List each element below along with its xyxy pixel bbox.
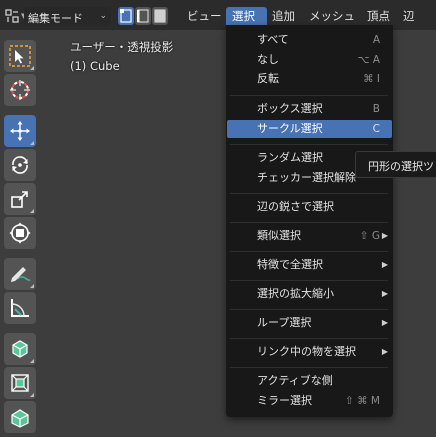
rotate-tool[interactable] [4,149,36,181]
menu-item-shortcut: B [372,103,380,115]
menu-item-select-loops[interactable]: ループ選択 ▶ [227,314,392,332]
menu-item-label: ループ選択 [257,316,312,329]
submenu-arrow-icon: ▶ [381,318,388,327]
menu-item-shortcut: ⇧ ⌘ M [344,395,380,407]
tooltip: 円形の選択ツ [355,151,436,178]
menu-item-label: ミラー選択 [257,394,312,407]
menu-separator [230,222,388,223]
mode-dropdown[interactable]: 編集モード ⌄ [24,7,111,26]
menu-item-label: すべて [257,33,289,46]
menu-item-invert[interactable]: 反転 ⌘ I [227,70,392,88]
inset-faces-tool[interactable] [4,401,36,433]
menu-separator [230,280,388,281]
scale-tool[interactable] [4,183,36,215]
inset-faces-icon [11,409,29,428]
annotate-tool[interactable] [4,258,36,290]
annotate-icon [10,267,31,282]
menu-separator [230,251,388,252]
menu-item-select-all-by-trait[interactable]: 特徴で全選択 ▶ [227,256,392,274]
extrude-region-icon [11,374,29,392]
menu-item-label: アクティブな側 [257,374,333,387]
face-select-icon[interactable] [152,7,168,25]
menu-item-circle-select[interactable]: サークル選択 C [227,120,392,138]
select-box-icon [9,45,31,67]
menu-mesh[interactable]: メッシュ [303,7,361,25]
menu-item-select-none[interactable]: なし ⌥ A [227,51,392,69]
edge-select-icon[interactable] [135,7,151,25]
menu-item-label: 辺の鋭さで選択 [257,200,334,213]
scale-icon [11,191,28,208]
menu-edge[interactable]: 辺 [397,7,421,25]
measure-tool[interactable] [4,292,36,324]
extrude-region-tool[interactable] [4,367,36,399]
select-box-tool[interactable] [4,40,36,72]
menu-item-label: チェッカー選択解除 [257,171,356,184]
cursor-icon [10,80,30,100]
menu-item-select-similar[interactable]: 類似選択 ⇧ G ▶ [227,227,392,245]
menu-separator [230,193,388,194]
menu-item-select-all[interactable]: すべて A [227,31,392,49]
menu-item-label: ランダム選択 [257,151,323,164]
editor-type-glyph [5,9,19,23]
menu-item-box-select[interactable]: ボックス選択 B [227,100,392,118]
menu-item-label: サークル選択 [257,122,323,135]
menu-item-label: 類似選択 [257,229,301,242]
menu-separator [230,95,388,96]
menu-item-select-sharp-edges[interactable]: 辺の鋭さで選択 [227,198,392,216]
menu-separator [230,309,388,310]
cursor-tool[interactable] [4,74,36,106]
menu-item-shortcut: ⇧ G [359,230,380,242]
viewport-object-name: (1) Cube [70,59,120,73]
transform-tool[interactable] [4,217,36,249]
transform-icon [9,222,31,244]
submenu-arrow-icon: ▶ [381,260,388,269]
menu-separator [230,338,388,339]
add-cube-tool[interactable] [4,333,36,365]
submenu-arrow-icon: ▶ [381,231,388,240]
menu-item-label: ボックス選択 [257,102,323,115]
menu-item-select-more-less[interactable]: 選択の拡大縮小 ▶ [227,285,392,303]
vertex-select-icon[interactable] [118,7,134,25]
select-menu: すべて A なし ⌥ A 反転 ⌘ I ボックス選択 B サークル選択 C ラン… [226,25,393,417]
menu-item-shortcut: C [372,123,380,135]
menu-item-label: リンク中の物を選択 [257,345,356,358]
viewport-title: ユーザー・透視投影 [70,40,174,54]
menu-item-select-linked[interactable]: リンク中の物を選択 ▶ [227,343,392,361]
menu-item-label: なし [257,53,279,66]
submenu-arrow-icon: ▶ [381,289,388,298]
rotate-icon [12,156,28,174]
menu-item-label: 選択の拡大縮小 [257,287,334,300]
menu-view[interactable]: ビュー [181,7,228,25]
menu-item-select-mirror[interactable]: ミラー選択 ⇧ ⌘ M [227,392,392,410]
menu-item-select-side-of-active[interactable]: アクティブな側 [227,372,392,390]
menu-item-label: 特徴で全選択 [257,258,323,271]
chevron-down-icon: ⌄ [99,11,107,21]
move-icon [10,121,30,141]
editor-type-icon[interactable] [5,9,21,23]
tooltip-text: 円形の選択ツ [368,160,434,173]
move-tool[interactable] [4,115,36,147]
mode-label: 編集モード [28,12,83,25]
menu-item-shortcut: ⌥ A [357,54,380,66]
measure-icon [11,299,29,317]
menu-item-shortcut: ⌘ I [363,73,380,85]
menu-add[interactable]: 追加 [266,7,301,25]
menu-vertex[interactable]: 頂点 [361,7,396,25]
menu-separator [230,367,388,368]
menu-item-label: 反転 [257,72,279,85]
menu-separator [230,144,388,145]
submenu-arrow-icon: ▶ [381,347,388,356]
menu-item-shortcut: A [372,34,380,46]
menu-select[interactable]: 選択 [226,7,267,25]
add-cube-icon [12,340,28,358]
